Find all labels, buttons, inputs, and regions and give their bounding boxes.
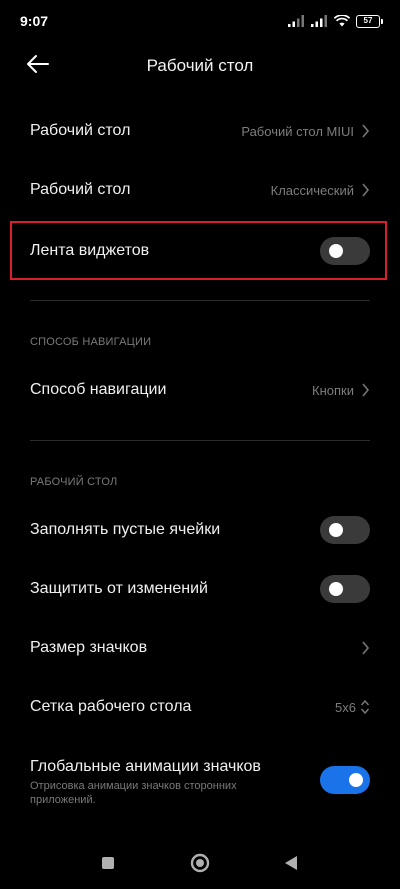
fill-empty-label: Заполнять пустые ячейки	[30, 521, 221, 538]
top-bar: Рабочий стол	[0, 44, 400, 88]
home-circle-icon	[190, 853, 210, 873]
desktop-style-row[interactable]: Рабочий стол Классический	[0, 167, 400, 213]
nav-method-value: Кнопки	[312, 382, 354, 398]
chevron-right-icon	[362, 183, 370, 197]
global-animations-toggle[interactable]	[320, 766, 370, 794]
chevron-up-down-icon	[360, 699, 370, 715]
widgets-feed-toggle[interactable]	[320, 237, 370, 265]
signal-icon	[288, 15, 304, 27]
global-animations-label: Глобальные анимации значков	[30, 758, 261, 775]
system-nav-bar	[0, 829, 400, 889]
nav-back-button[interactable]	[284, 855, 298, 876]
section-header-navigation: СПОСОБ НАВИГАЦИИ	[30, 336, 152, 348]
widgets-feed-row: Лента виджетов	[0, 228, 400, 274]
fill-empty-row: Заполнять пустые ячейки	[0, 507, 400, 553]
desktop-mode-label: Рабочий стол	[30, 122, 131, 139]
home-button[interactable]	[190, 853, 210, 878]
desktop-style-label: Рабочий стол	[30, 181, 131, 198]
grid-row[interactable]: Сетка рабочего стола 5x6	[0, 684, 400, 730]
icon-size-label: Размер значков	[30, 639, 148, 656]
status-bar: 9:07 57	[0, 0, 400, 44]
toggle-knob	[329, 523, 343, 537]
chevron-right-icon	[362, 641, 370, 655]
chevron-right-icon	[362, 383, 370, 397]
fill-empty-toggle[interactable]	[320, 516, 370, 544]
status-time: 9:07	[20, 13, 49, 29]
section-header-desktop: РАБОЧИЙ СТОЛ	[30, 476, 118, 488]
wifi-icon	[334, 15, 350, 27]
lock-layout-label: Защитить от изменений	[30, 580, 208, 597]
chevron-right-icon	[362, 124, 370, 138]
global-animations-row: Глобальные анимации значков Отрисовка ан…	[0, 752, 400, 808]
battery-icon: 57	[356, 14, 383, 28]
divider	[30, 300, 370, 301]
recents-button[interactable]	[101, 856, 115, 875]
nav-method-row[interactable]: Способ навигации Кнопки	[0, 367, 400, 413]
recents-square-icon	[102, 857, 114, 869]
lock-layout-row: Защитить от изменений	[0, 566, 400, 612]
desktop-mode-row[interactable]: Рабочий стол Рабочий стол MIUI	[0, 108, 400, 154]
nav-method-label: Способ навигации	[30, 381, 167, 398]
toggle-knob	[349, 773, 363, 787]
back-triangle-icon	[285, 856, 297, 870]
toggle-knob	[329, 244, 343, 258]
grid-label: Сетка рабочего стола	[30, 698, 192, 715]
desktop-mode-value: Рабочий стол MIUI	[241, 123, 354, 139]
battery-level: 57	[363, 16, 373, 25]
status-icons: 57	[288, 13, 383, 29]
global-animations-subtitle: Отрисовка анимации значков сторонних при…	[30, 780, 237, 806]
signal-icon	[311, 15, 327, 27]
grid-value: 5x6	[335, 699, 356, 715]
lock-layout-toggle[interactable]	[320, 575, 370, 603]
widgets-feed-label: Лента виджетов	[30, 242, 150, 259]
desktop-style-value: Классический	[270, 182, 354, 198]
page-title: Рабочий стол	[146, 56, 254, 75]
icon-size-row[interactable]: Размер значков	[0, 625, 400, 671]
toggle-knob	[329, 582, 343, 596]
divider	[30, 440, 370, 441]
